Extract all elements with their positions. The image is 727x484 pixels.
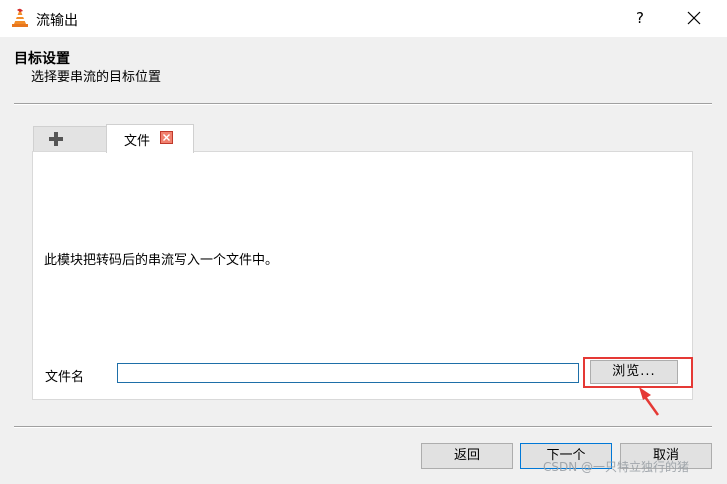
help-button[interactable]: ? [626, 4, 654, 32]
tab-file-label: 文件 [124, 134, 151, 149]
tab-file[interactable]: 文件 [106, 124, 194, 153]
page-subtitle: 选择要串流的目标位置 [31, 70, 162, 85]
back-button[interactable]: 返回 [421, 443, 513, 469]
filename-input[interactable] [117, 363, 579, 383]
close-button[interactable] [680, 4, 708, 32]
browse-button[interactable]: 浏览... [590, 360, 678, 384]
title-bar: 流输出 ? [0, 0, 727, 37]
tab-add[interactable] [33, 126, 108, 151]
module-description: 此模块把转码后的串流写入一个文件中。 [44, 253, 279, 268]
window-title: 流输出 [36, 13, 78, 29]
tab-close-icon[interactable] [160, 131, 173, 144]
filename-label: 文件名 [45, 370, 85, 385]
close-icon [687, 11, 701, 25]
annotation-arrow-icon [639, 387, 660, 416]
vlc-cone-icon [11, 8, 29, 28]
footer-divider [14, 426, 712, 428]
plus-icon [49, 132, 63, 146]
watermark: CSDN @一只特立独行的猪 [543, 460, 690, 474]
page-title: 目标设置 [14, 51, 70, 67]
header-divider [14, 103, 712, 105]
